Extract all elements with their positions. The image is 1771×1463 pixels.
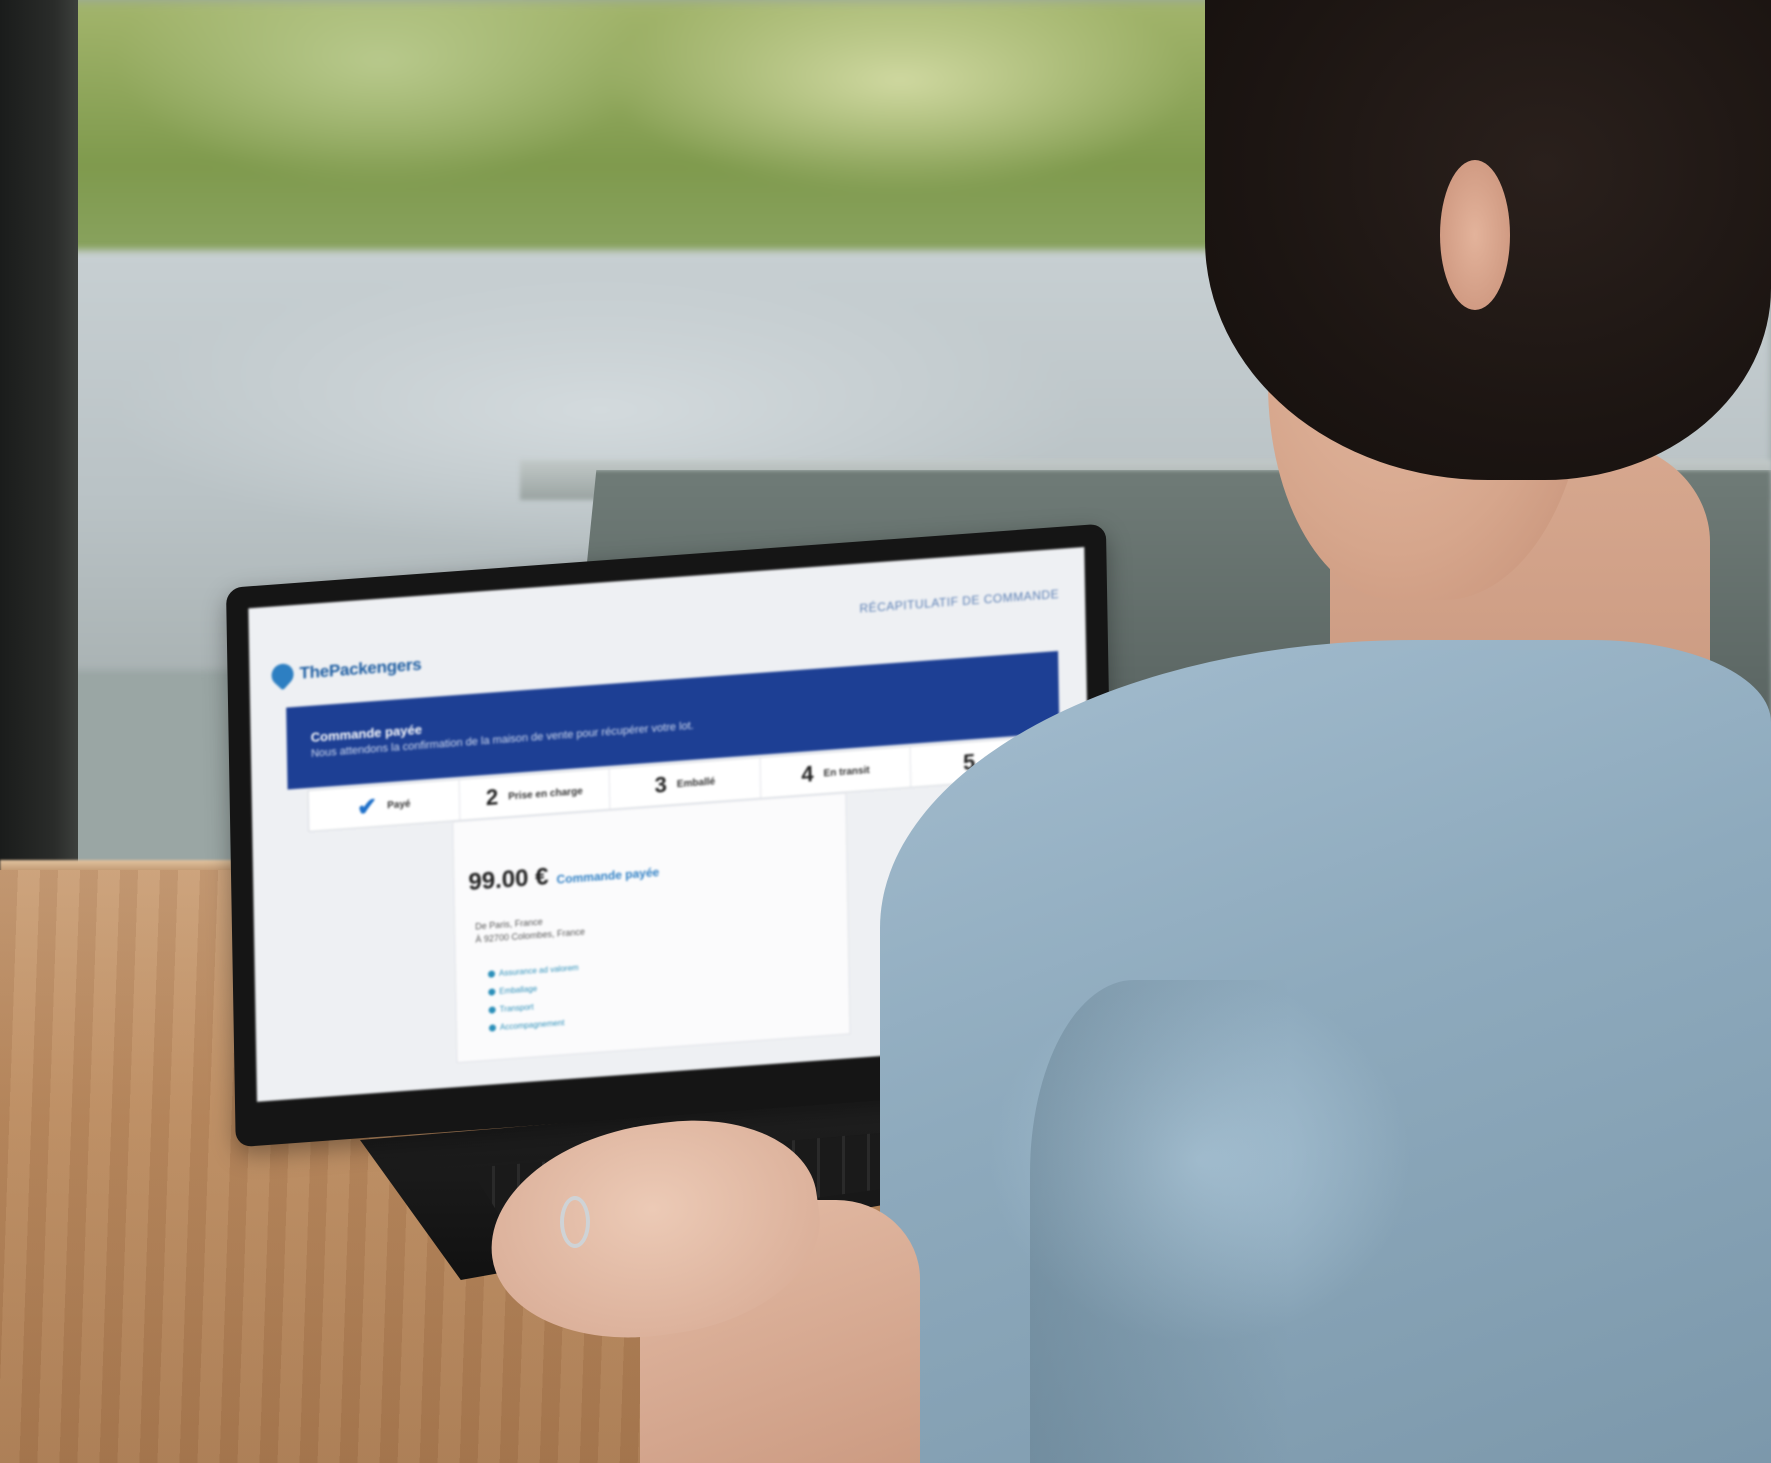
order-status: Commande payée	[556, 865, 660, 887]
service-link-label: Accompagnement	[499, 1018, 565, 1032]
service-links: Assurance ad valorem Emballage Transport…	[487, 963, 580, 1042]
page-title: RÉCAPITULATIF DE COMMANDE	[859, 586, 1060, 616]
step-number: 5	[962, 749, 976, 775]
step-number: 3	[654, 771, 668, 798]
check-icon: ✔	[356, 792, 378, 821]
step-label: Prise en charge	[508, 785, 583, 802]
shipping-route: De Paris, France À 92700 Colombes, Franc…	[475, 913, 585, 947]
service-link-label: Assurance ad valorem	[498, 963, 579, 979]
dot-icon	[488, 1024, 497, 1032]
window-frame	[0, 0, 78, 900]
step-label: Payé	[387, 798, 411, 811]
photo-scene: ThePackengers RÉCAPITULATIF DE COMMANDE …	[0, 0, 1771, 1463]
step-transit: 4 En transit	[760, 746, 912, 798]
dot-icon	[487, 970, 496, 978]
brand-name: ThePackengers	[299, 654, 422, 683]
order-price: 99.00 €	[468, 863, 549, 897]
service-link[interactable]: Transport	[488, 999, 580, 1015]
step-label: Emballé	[676, 775, 716, 790]
step-paid: ✔ Payé	[308, 779, 460, 831]
price-row: 99.00 € Commande payée	[468, 855, 659, 897]
step-delivered: 5 Livré	[911, 736, 1061, 787]
laptop-screen: ThePackengers RÉCAPITULATIF DE COMMANDE …	[248, 547, 1093, 1102]
step-number: 2	[485, 784, 499, 810]
service-link[interactable]: Assurance ad valorem	[487, 963, 579, 979]
service-link-label: Transport	[499, 1002, 534, 1014]
brand-logo[interactable]: ThePackengers	[267, 654, 422, 691]
dot-icon	[488, 988, 496, 996]
service-link[interactable]: Accompagnement	[488, 1017, 580, 1033]
service-link-label: Emballage	[499, 984, 538, 997]
service-link[interactable]: Emballage	[488, 981, 579, 997]
step-label: En transit	[823, 764, 870, 779]
step-label: Livré	[985, 754, 1010, 767]
dot-icon	[488, 1006, 496, 1014]
order-summary-card: 99.00 € Commande payée De Paris, France …	[452, 792, 851, 1064]
step-number: 4	[801, 760, 814, 787]
drop-logo-icon	[267, 659, 299, 691]
laptop-lid: ThePackengers RÉCAPITULATIF DE COMMANDE …	[226, 523, 1116, 1148]
